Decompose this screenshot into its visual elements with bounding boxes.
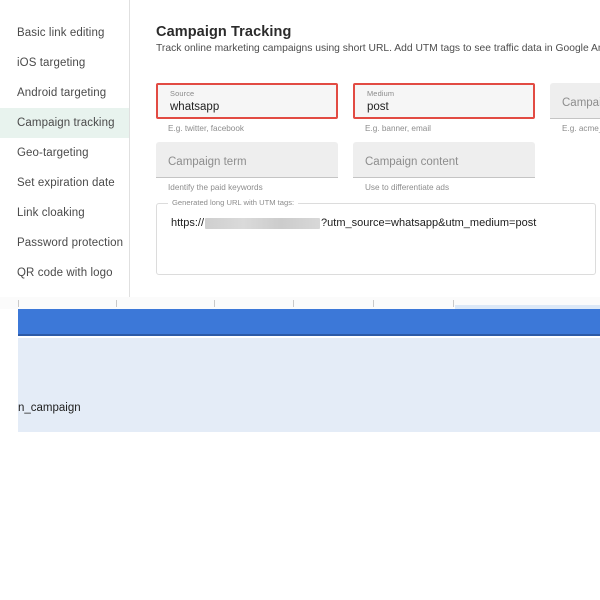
input-campaign-name[interactable]: Campaign name: [550, 83, 600, 119]
page-subtitle: Track online marketing campaigns using s…: [156, 43, 600, 54]
field-value: post: [367, 101, 389, 113]
input-campaign-term[interactable]: Campaign term: [156, 142, 338, 178]
field-placeholder: Campaign term: [168, 156, 247, 168]
input-medium[interactable]: Medium post: [353, 83, 535, 119]
panel-content: Campaign Tracking Track online marketing…: [130, 0, 600, 297]
field-hint: Use to differentiate ads: [365, 183, 450, 192]
sidebar-item-qr-code-with-logo[interactable]: QR code with logo: [0, 258, 129, 288]
field-label: Medium: [367, 89, 395, 98]
sidebar-item-label: Set expiration date: [17, 177, 115, 189]
field-wrapper-3: Campaign term Identify the paid keywords: [156, 142, 338, 192]
field-label: Source: [170, 89, 195, 98]
sidebar-item-label: Campaign tracking: [17, 117, 115, 129]
column-tick-0: [18, 300, 19, 307]
column-tick-4: [373, 300, 374, 307]
page-title: Campaign Tracking: [156, 24, 292, 40]
sidebar: Basic link editing iOS targeting Android t…: [0, 0, 130, 297]
sheet-banner: [18, 309, 600, 336]
field-wrapper-1: Medium post E.g. banner, email: [353, 83, 535, 133]
field-hint: E.g. twitter, facebook: [168, 124, 245, 133]
column-tick-1: [116, 300, 117, 307]
sidebar-item-password-protection[interactable]: Password protection: [0, 228, 129, 258]
screenshot-root: Basic link editing iOS targeting Android t…: [0, 0, 600, 600]
sidebar-item-ios-targeting[interactable]: iOS targeting: [0, 48, 129, 78]
generated-url-prefix: https://: [171, 217, 205, 229]
sidebar-item-link-cloaking[interactable]: Link cloaking: [0, 198, 129, 228]
field-wrapper-4: Campaign content Use to differentiate ads: [353, 142, 535, 192]
field-hint: Identify the paid keywords: [168, 183, 263, 192]
field-hint: E.g. banner, email: [365, 124, 431, 133]
sidebar-item-label: Link cloaking: [17, 207, 85, 219]
sidebar-item-campaign-tracking[interactable]: Campaign tracking: [0, 108, 129, 138]
spreadsheet-panel: n_campaign Source*Medium*Campaign*TermCo…: [0, 297, 600, 600]
column-tick-3: [293, 300, 294, 307]
sidebar-item-set-expiration-date[interactable]: Set expiration date: [0, 168, 129, 198]
field-placeholder: Campaign name: [562, 97, 600, 109]
column-tick-5: [453, 300, 454, 307]
field-value: whatsapp: [170, 101, 220, 113]
column-tick-2: [214, 300, 215, 307]
sidebar-item-label: Password protection: [17, 237, 124, 249]
sidebar-item-label: iOS targeting: [17, 57, 86, 69]
sidebar-item-label: QR code with logo: [17, 267, 113, 279]
field-wrapper-0: Source whatsapp E.g. twitter, facebook: [156, 83, 338, 133]
sidebar-item-label: Geo-targeting: [17, 147, 89, 159]
redacted-domain: [205, 217, 321, 229]
input-campaign-content[interactable]: Campaign content: [353, 142, 535, 178]
sidebar-item-label: Android targeting: [17, 87, 107, 99]
generated-url-suffix: ?utm_source=whatsapp&utm_medium=post: [321, 217, 537, 229]
sheet-light-zone: n_campaign: [18, 338, 600, 432]
sidebar-item-basic-link-editing[interactable]: Basic link editing: [0, 18, 129, 48]
generated-url-legend: Generated long URL with UTM tags:: [168, 198, 299, 207]
generated-url-value[interactable]: https:// ?utm_source=whatsapp&utm_medium…: [171, 217, 536, 229]
campaign-tracking-panel: Basic link editing iOS targeting Android t…: [0, 0, 600, 297]
form-row-secondary: Campaign term Identify the paid keywords C…: [156, 142, 535, 192]
overflow-campaign-label: n_campaign: [18, 402, 81, 414]
field-wrapper-2: Campaign name E.g. acme_campaign: [550, 83, 600, 133]
generated-url-box: Generated long URL with UTM tags: https:…: [156, 198, 596, 275]
sidebar-item-geo-targeting[interactable]: Geo-targeting: [0, 138, 129, 168]
field-hint: E.g. acme_campaign: [562, 124, 600, 133]
sidebar-item-android-targeting[interactable]: Android targeting: [0, 78, 129, 108]
input-source[interactable]: Source whatsapp: [156, 83, 338, 119]
field-placeholder: Campaign content: [365, 156, 459, 168]
sidebar-item-label: Basic link editing: [17, 27, 105, 39]
form-row-primary: Source whatsapp E.g. twitter, facebook Medi…: [156, 83, 600, 133]
